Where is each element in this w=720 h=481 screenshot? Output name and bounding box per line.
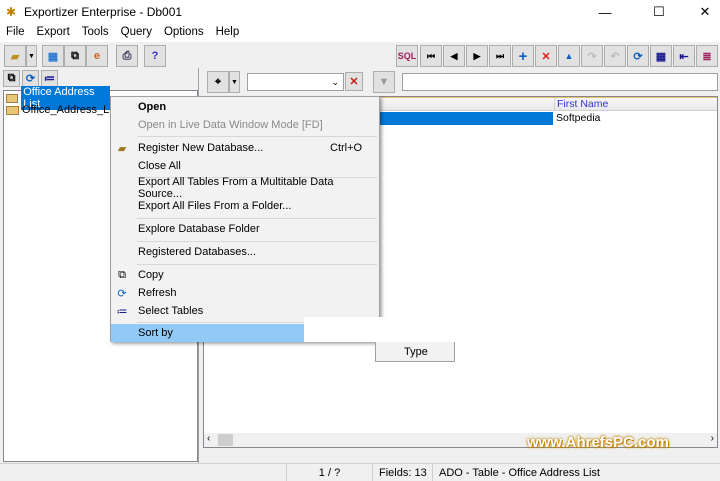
tree-item[interactable]: Office_Address_List [6, 104, 120, 116]
scroll-left-icon[interactable]: ‹ [207, 433, 210, 444]
menu-item-copy[interactable]: ⧉ Copy [111, 266, 379, 284]
field-combo[interactable]: ⌄ [247, 73, 344, 91]
status-fields: Fields: 13 [372, 464, 432, 481]
copy-icon[interactable]: ⧉ [64, 45, 86, 67]
edit-up-icon[interactable]: ▲ [558, 45, 580, 67]
add-record-icon[interactable]: + [512, 45, 534, 67]
select-tables-icon: ≔ [116, 305, 128, 318]
menu-tools[interactable]: Tools [76, 24, 115, 42]
separator [137, 241, 377, 242]
select-tables-icon[interactable]: ≔ [41, 70, 58, 87]
print-icon[interactable]: ⎙ [116, 45, 138, 67]
sort-icon[interactable]: ≣ [696, 45, 718, 67]
filter-icon[interactable]: ▼ [373, 71, 395, 93]
open-icon[interactable]: ▰ [4, 45, 26, 67]
watermark: www.AhrefsPC.com [527, 434, 669, 451]
status-position: 1 / ? [286, 464, 372, 481]
export-icon[interactable]: e [86, 45, 108, 67]
grid-icon[interactable]: ▦ [42, 45, 64, 67]
tree-item[interactable]: Office Address List [6, 86, 110, 110]
find-dropdown-icon[interactable]: ▼ [229, 71, 240, 93]
undo-icon[interactable]: ↶ [604, 45, 626, 67]
first-record-icon[interactable]: ⏮ [420, 45, 442, 67]
copy-icon: ⧉ [118, 268, 126, 281]
app-icon: ✱ [6, 5, 17, 19]
last-record-icon[interactable]: ⏭ [489, 45, 511, 67]
submenu-item-type[interactable]: Type [375, 342, 455, 362]
scroll-thumb[interactable] [218, 434, 233, 446]
menu-item-open[interactable]: Open [111, 98, 379, 116]
refresh-icon[interactable]: ⟳ [627, 45, 649, 67]
maximize-button[interactable]: ☐ [636, 0, 682, 24]
status-source: ADO - Table - Office Address List [432, 464, 712, 481]
close-button[interactable]: ✕ [682, 0, 720, 24]
context-menu: Open Open in Live Data Window Mode [FD] … [110, 96, 380, 342]
title-bar: ✱ Exportizer Enterprise - Db001 — ☐ ✕ [0, 0, 720, 24]
window-title: Exportizer Enterprise - Db001 [24, 5, 183, 19]
folder-open-icon: ▰ [117, 142, 127, 155]
freeze-column-icon[interactable]: ⇤ [673, 45, 695, 67]
column-header-first-name[interactable]: First Name [554, 98, 717, 111]
menu-bar: File Export Tools Query Options Help [0, 24, 720, 42]
status-bar: 1 / ? Fields: 13 ADO - Table - Office Ad… [0, 463, 720, 481]
menu-export[interactable]: Export [31, 24, 76, 42]
next-record-icon[interactable]: ▶ [466, 45, 488, 67]
menu-item-close-all[interactable]: Close All [111, 157, 379, 175]
menu-help[interactable]: Help [210, 24, 246, 42]
separator [137, 136, 377, 137]
columns-icon[interactable]: ▦ [650, 45, 672, 67]
scroll-right-icon[interactable]: › [711, 433, 714, 444]
separator [137, 264, 377, 265]
prev-record-icon[interactable]: ◀ [443, 45, 465, 67]
menu-item-open-live: Open in Live Data Window Mode [FD] [138, 119, 323, 131]
open-dropdown-icon[interactable]: ▼ [26, 45, 37, 67]
clear-filter-icon[interactable]: ✕ [345, 72, 363, 91]
copy-icon[interactable]: ⧉ [3, 70, 20, 87]
redo-icon[interactable]: ↷ [581, 45, 603, 67]
refresh-icon: ⟳ [117, 287, 127, 300]
menu-query[interactable]: Query [115, 24, 158, 42]
filter-input[interactable] [402, 73, 718, 91]
menu-file[interactable]: File [0, 24, 31, 42]
minimize-button[interactable]: — [582, 0, 628, 24]
menu-item-export-all-tables[interactable]: Export All Tables From a Multitable Data… [111, 176, 379, 200]
separator [137, 218, 377, 219]
table-icon [6, 93, 19, 103]
grid-cell[interactable]: Softpedia [554, 112, 600, 125]
menu-item-export-all-files[interactable]: Export All Files From a Folder... [111, 197, 379, 215]
help-icon[interactable]: ? [144, 45, 166, 67]
menu-item-registered-databases[interactable]: Registered Databases... [111, 243, 379, 261]
table-icon [6, 105, 19, 115]
menu-item-register-database[interactable]: ▰ Register New Database... Ctrl+O [111, 139, 379, 157]
submenu-blank [304, 317, 457, 342]
sql-icon[interactable]: SQL [396, 45, 418, 67]
menu-item-explore-folder[interactable]: Explore Database Folder [111, 220, 379, 238]
find-icon[interactable]: ⌖ [207, 71, 229, 93]
refresh-icon[interactable]: ⟳ [22, 70, 39, 87]
delete-record-icon[interactable]: ✕ [535, 45, 557, 67]
menu-item-refresh[interactable]: ⟳ Refresh [111, 284, 379, 302]
menu-options[interactable]: Options [158, 24, 210, 42]
